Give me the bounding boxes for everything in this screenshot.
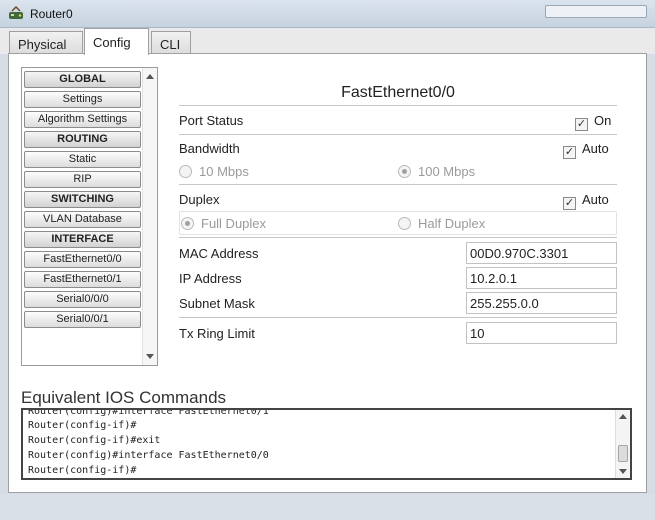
bandwidth-label: Bandwidth bbox=[179, 141, 240, 156]
sidebar-header-interface: INTERFACE bbox=[24, 231, 141, 248]
radio-icon bbox=[398, 217, 411, 230]
tab-cli[interactable]: CLI bbox=[151, 31, 191, 54]
half-duplex-radio[interactable]: Half Duplex bbox=[398, 216, 485, 231]
duplex-auto-label: Auto bbox=[582, 192, 609, 207]
window-title: Router0 bbox=[30, 7, 73, 21]
duplex-label: Duplex bbox=[179, 192, 220, 207]
bandwidth-10-label: 10 Mbps bbox=[199, 164, 249, 179]
sidebar-item-vlan-database[interactable]: VLAN Database bbox=[24, 211, 141, 228]
bandwidth-10-radio[interactable]: 10 Mbps bbox=[179, 164, 249, 179]
sidebar-header-global: GLOBAL bbox=[24, 71, 141, 88]
scroll-thumb[interactable] bbox=[618, 445, 628, 462]
ip-address-label: IP Address bbox=[179, 271, 242, 286]
tab-bar: Physical Config CLI bbox=[0, 28, 655, 55]
mac-address-label: MAC Address bbox=[179, 246, 259, 261]
console-line: Router(config)#interface FastEthernet0/0 bbox=[28, 450, 269, 461]
tab-config[interactable]: Config bbox=[84, 28, 149, 55]
scroll-up-icon[interactable] bbox=[146, 74, 154, 79]
console-scrollbar[interactable] bbox=[615, 410, 630, 478]
divider bbox=[179, 317, 617, 318]
sidebar-item-settings[interactable]: Settings bbox=[24, 91, 141, 108]
bandwidth-auto-checkbox[interactable]: ✓ Auto bbox=[563, 141, 609, 159]
tab-physical[interactable]: Physical bbox=[9, 31, 83, 54]
full-duplex-radio[interactable]: Full Duplex bbox=[181, 216, 266, 231]
window-controls[interactable] bbox=[545, 5, 647, 18]
check-icon: ✓ bbox=[563, 146, 576, 159]
full-duplex-label: Full Duplex bbox=[201, 216, 267, 231]
interface-title: FastEthernet0/0 bbox=[341, 84, 455, 101]
ios-commands-title: Equivalent IOS Commands bbox=[21, 388, 227, 407]
sidebar-item-serial0-0-1[interactable]: Serial0/0/1 bbox=[24, 311, 141, 328]
sidebar-item-algorithm-settings[interactable]: Algorithm Settings bbox=[24, 111, 141, 128]
sidebar-item-fastethernet0-1[interactable]: FastEthernet0/1 bbox=[24, 271, 141, 288]
scroll-up-icon[interactable] bbox=[619, 414, 627, 419]
sidebar-item-serial0-0-0[interactable]: Serial0/0/0 bbox=[24, 291, 141, 308]
divider bbox=[179, 134, 617, 135]
divider bbox=[179, 237, 617, 238]
check-icon: ✓ bbox=[563, 197, 576, 210]
sidebar-scrollbar[interactable] bbox=[142, 68, 157, 365]
console-line: Router(config-if)#exit bbox=[28, 435, 161, 446]
port-status-checkbox[interactable]: ✓ On bbox=[575, 113, 611, 131]
router-icon bbox=[9, 6, 23, 19]
sidebar-item-fastethernet0-0[interactable]: FastEthernet0/0 bbox=[24, 251, 141, 268]
ip-address-field[interactable]: 10.2.0.1 bbox=[466, 267, 617, 289]
radio-icon bbox=[179, 165, 192, 178]
tx-ring-limit-label: Tx Ring Limit bbox=[179, 326, 255, 341]
sidebar-header-routing: ROUTING bbox=[24, 131, 141, 148]
console-line: Router(config)#interface FastEthernet0/1 bbox=[28, 408, 269, 417]
mac-address-field[interactable]: 00D0.970C.3301 bbox=[466, 242, 617, 264]
sidebar-item-rip[interactable]: RIP bbox=[24, 171, 141, 188]
divider bbox=[179, 184, 617, 185]
radio-selected-icon bbox=[181, 217, 194, 230]
bandwidth-auto-label: Auto bbox=[582, 141, 609, 156]
half-duplex-label: Half Duplex bbox=[418, 216, 486, 231]
port-status-check-label: On bbox=[594, 113, 612, 128]
tx-ring-limit-field[interactable]: 10 bbox=[466, 322, 617, 344]
sidebar-item-static[interactable]: Static bbox=[24, 151, 141, 168]
sidebar-header-switching: SWITCHING bbox=[24, 191, 141, 208]
scroll-down-icon[interactable] bbox=[146, 354, 154, 359]
ios-commands-console[interactable]: Router(config)#interface FastEthernet0/1… bbox=[21, 408, 632, 480]
check-icon: ✓ bbox=[575, 118, 588, 131]
subnet-mask-label: Subnet Mask bbox=[179, 296, 255, 311]
console-line: Router(config-if)# bbox=[28, 465, 137, 476]
scroll-down-icon[interactable] bbox=[619, 469, 627, 474]
radio-selected-icon bbox=[398, 165, 411, 178]
divider bbox=[179, 105, 617, 106]
console-line: Router(config-if)# bbox=[28, 420, 137, 431]
window-bottom-edge bbox=[0, 494, 655, 520]
subnet-mask-field[interactable]: 255.255.0.0 bbox=[466, 292, 617, 314]
window-titlebar: Router0 bbox=[0, 0, 655, 28]
sidebar-nav: GLOBAL Settings Algorithm Settings ROUTI… bbox=[21, 67, 158, 366]
bandwidth-100-radio[interactable]: 100 Mbps bbox=[398, 164, 475, 179]
duplex-auto-checkbox[interactable]: ✓ Auto bbox=[563, 192, 609, 210]
bandwidth-100-label: 100 Mbps bbox=[418, 164, 476, 179]
port-status-label: Port Status bbox=[179, 113, 244, 128]
